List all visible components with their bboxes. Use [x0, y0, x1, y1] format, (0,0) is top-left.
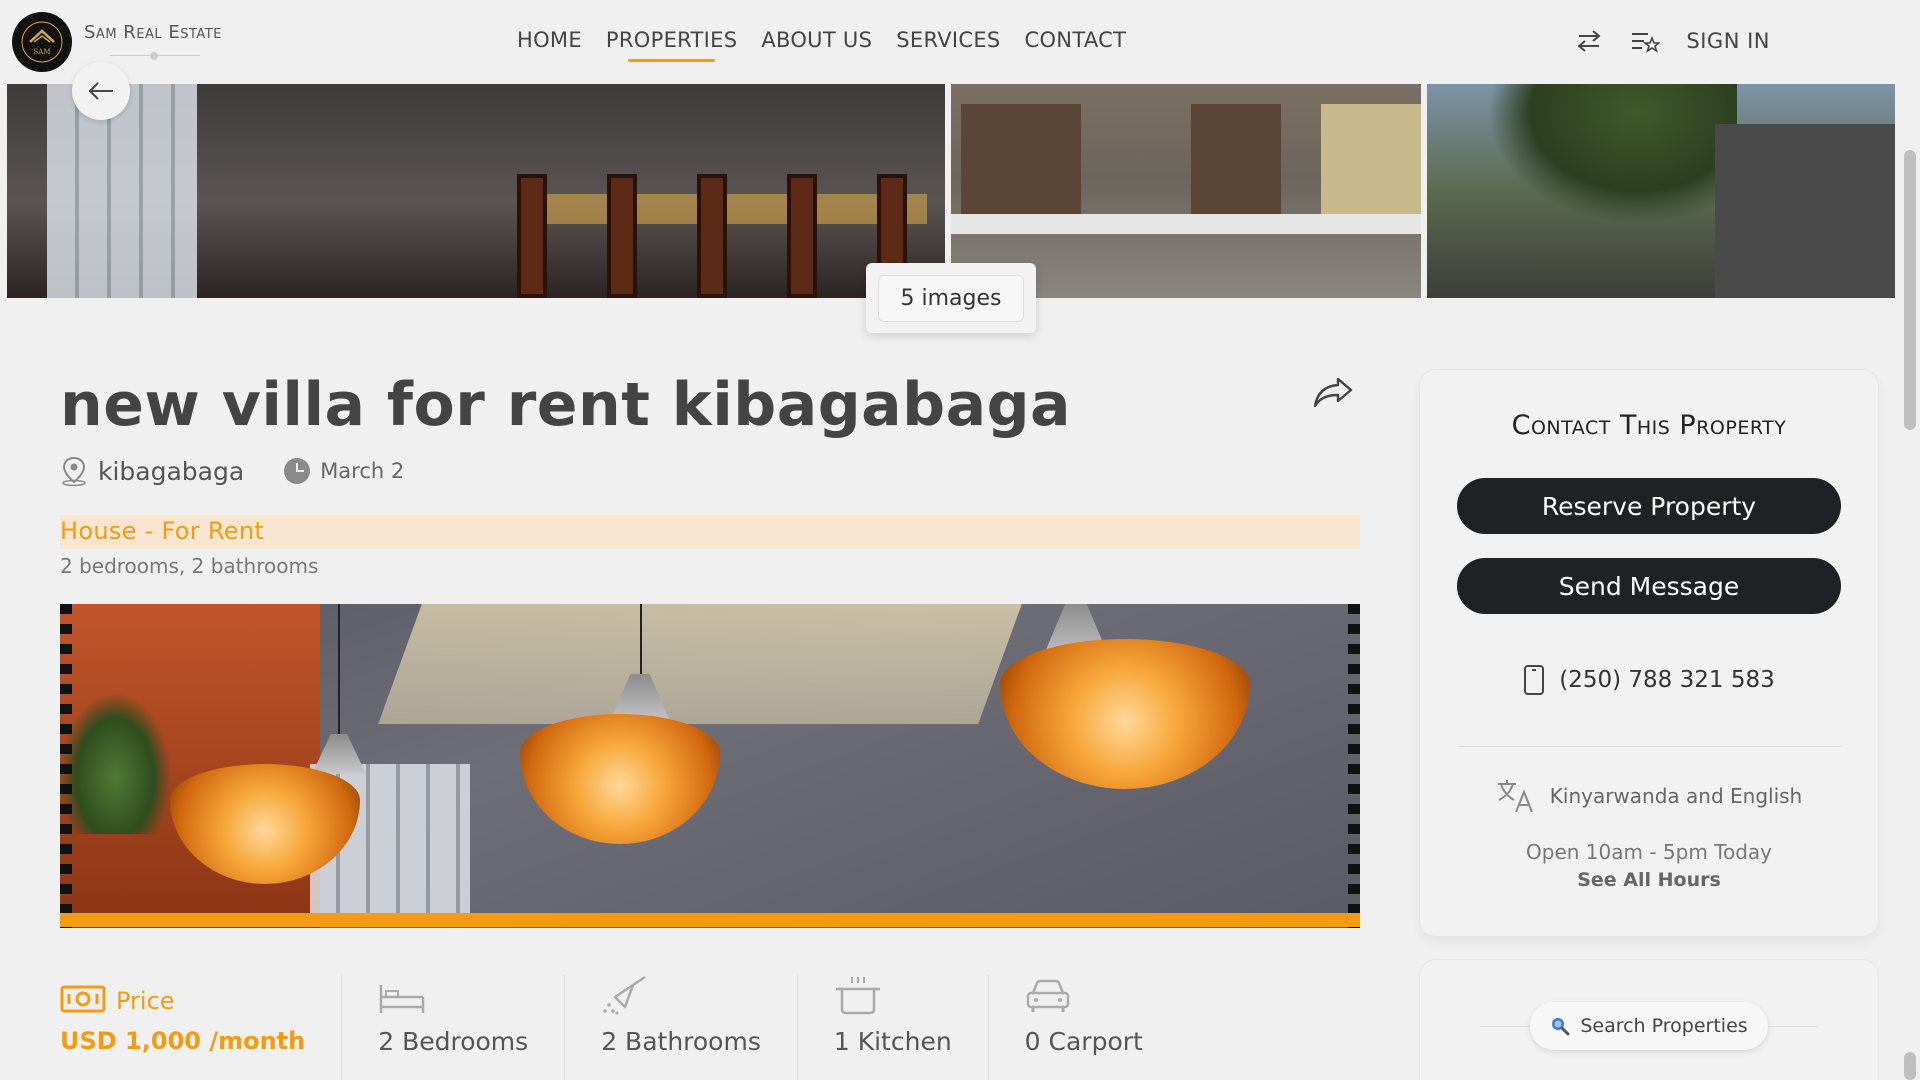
- search-properties-button[interactable]: Search Properties: [1530, 1002, 1768, 1050]
- carport-label: 0 Carport: [1024, 1027, 1143, 1056]
- price-value: USD 1,000 /month: [60, 1027, 306, 1055]
- arrow-left-icon: [88, 82, 113, 100]
- kitchen-label: 1 Kitchen: [833, 1027, 952, 1056]
- nav-services[interactable]: SERVICES: [896, 28, 1000, 52]
- feature-carport: 0 Carport: [989, 975, 1179, 1080]
- page-scrollbar[interactable]: [1900, 150, 1920, 430]
- feature-bathrooms: 2 Bathrooms: [565, 975, 798, 1080]
- main-nav: HOME PROPERTIES ABOUT US SERVICES CONTAC…: [517, 28, 1127, 62]
- search-card: Search Properties: [1420, 960, 1878, 1080]
- bedrooms-label: 2 Bedrooms: [378, 1027, 529, 1056]
- money-icon: [60, 985, 106, 1013]
- brand-logo[interactable]: SAM: [12, 12, 72, 72]
- reserve-property-button[interactable]: Reserve Property: [1457, 478, 1841, 534]
- send-message-button[interactable]: Send Message: [1457, 558, 1841, 614]
- favorites-list-icon[interactable]: [1630, 26, 1661, 56]
- brand-name[interactable]: Sam Real Estate: [84, 22, 222, 43]
- property-features: Price USD 1,000 /month 2 Bedrooms 2 Bath…: [60, 975, 1179, 1080]
- phone-icon: [1524, 665, 1545, 695]
- gallery-image-exterior[interactable]: [1426, 84, 1895, 298]
- location: kibagabaga: [60, 456, 244, 486]
- photo-accent-stripe: [60, 913, 1360, 927]
- nav-contact[interactable]: CONTACT: [1025, 28, 1127, 52]
- image-count-label: 5 images: [877, 274, 1025, 322]
- feature-kitchen: 1 Kitchen: [798, 975, 989, 1080]
- site-header: SAM Sam Real Estate HOME PROPERTIES ABOU…: [0, 0, 1920, 84]
- property-meta: kibagabaga March 2: [60, 456, 404, 486]
- share-button[interactable]: [1312, 376, 1356, 412]
- sign-in-link[interactable]: SIGN IN: [1686, 29, 1770, 53]
- image-count-button[interactable]: 5 images: [866, 263, 1036, 333]
- translate-icon: [1497, 780, 1533, 813]
- nav-home[interactable]: HOME: [517, 28, 582, 52]
- opening-hours: Open 10am - 5pm Today: [1526, 840, 1772, 864]
- languages-row: Kinyarwanda and English: [1420, 778, 1878, 814]
- cooking-pot-icon: [835, 977, 880, 1015]
- search-label: Search Properties: [1580, 1015, 1748, 1037]
- brand-dot: [150, 52, 158, 60]
- share-icon: [1313, 377, 1353, 408]
- shower-icon: [603, 975, 646, 1015]
- main-property-photo[interactable]: [60, 604, 1360, 928]
- bed-icon: [379, 985, 425, 1013]
- location-text: kibagabaga: [98, 456, 245, 486]
- contact-card: Contact This Property Reserve Property S…: [1420, 370, 1878, 936]
- phone-row[interactable]: (250) 788 321 583: [1420, 664, 1878, 696]
- header-actions: SIGN IN: [1574, 26, 1770, 56]
- search-icon: [1552, 1018, 1570, 1036]
- svg-text:SAM: SAM: [33, 48, 50, 56]
- feature-bedrooms: 2 Bedrooms: [342, 975, 566, 1080]
- see-all-hours-link[interactable]: See All Hours: [1420, 869, 1878, 891]
- back-button[interactable]: [72, 62, 130, 120]
- property-summary: 2 bedrooms, 2 bathrooms: [60, 554, 319, 578]
- gallery-image-interior[interactable]: [7, 84, 945, 298]
- property-type: House - For Rent: [60, 517, 265, 545]
- nav-about-us[interactable]: ABOUT US: [761, 28, 872, 52]
- contact-divider: [1457, 746, 1841, 747]
- languages-text: Kinyarwanda and English: [1549, 784, 1803, 808]
- compare-arrows-icon[interactable]: [1574, 26, 1604, 56]
- bathrooms-label: 2 Bathrooms: [601, 1027, 761, 1056]
- house-logo-icon: SAM: [21, 21, 63, 63]
- contact-title: Contact This Property: [1511, 410, 1787, 441]
- clock-icon: [284, 458, 311, 484]
- nav-properties[interactable]: PROPERTIES: [606, 28, 737, 62]
- price-label: Price: [116, 987, 175, 1015]
- phone-number[interactable]: (250) 788 321 583: [1559, 667, 1774, 693]
- listing-date: March 2: [284, 458, 404, 484]
- scrollbar-thumb-bottom[interactable]: [1904, 1052, 1916, 1080]
- feature-price: Price USD 1,000 /month: [60, 975, 343, 1080]
- location-pin-icon: [62, 456, 86, 486]
- property-title: new villa for rent kibagabaga: [60, 370, 1072, 440]
- car-icon: [1026, 979, 1069, 1012]
- date-text: March 2: [320, 459, 405, 483]
